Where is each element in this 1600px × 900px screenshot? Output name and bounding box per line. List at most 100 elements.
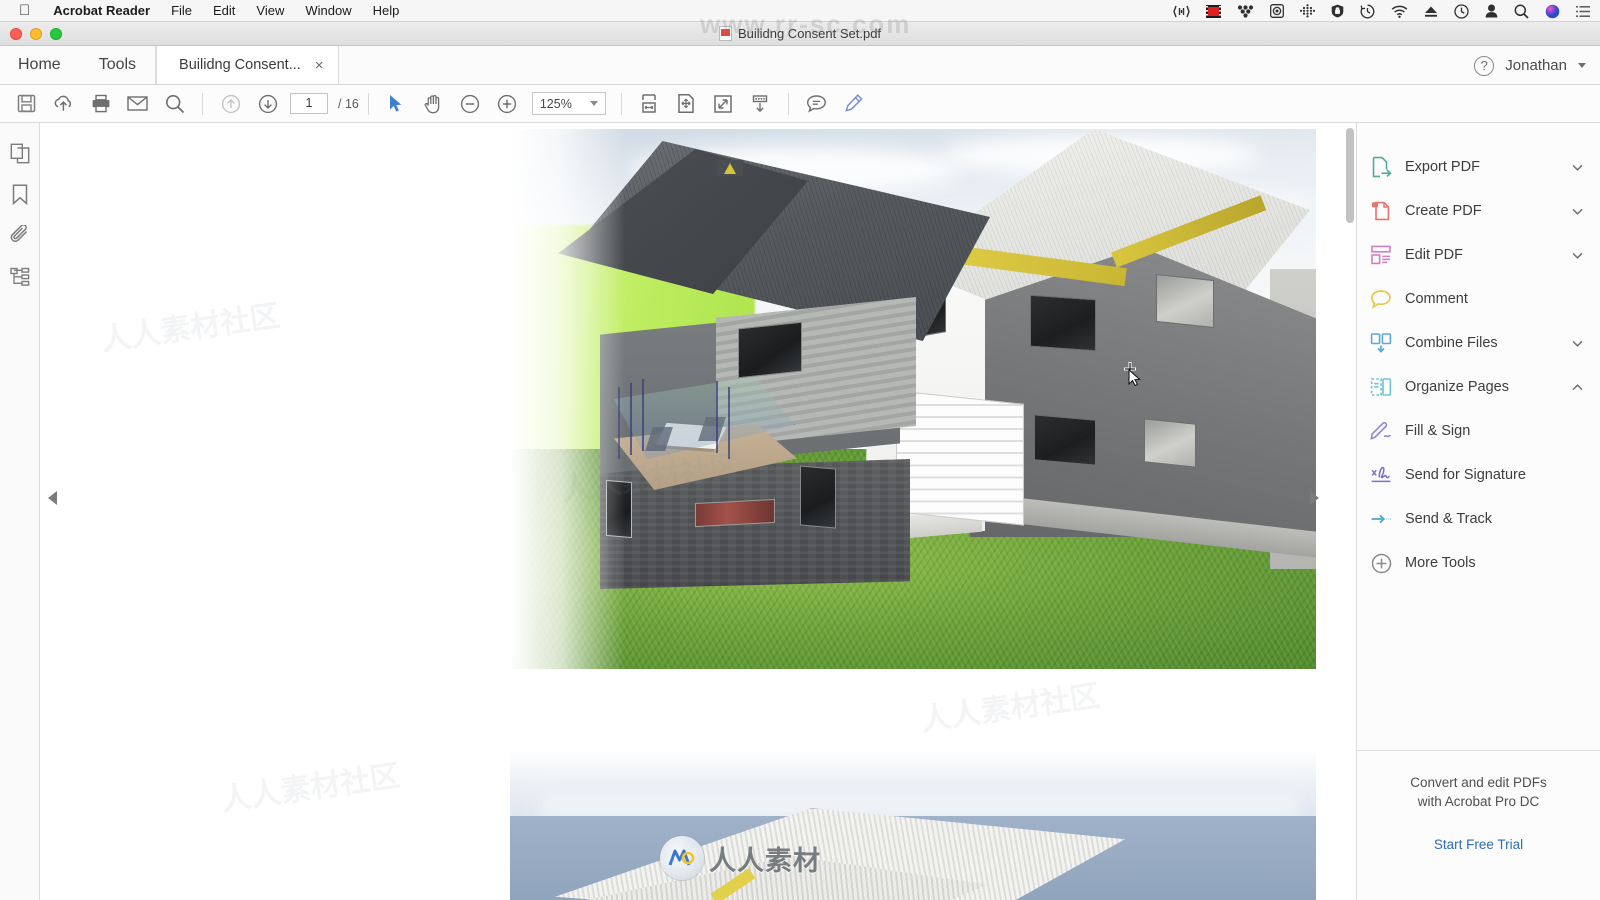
clock-icon[interactable] [1454,3,1469,19]
user-icon[interactable] [1485,4,1498,18]
no-chevron [1571,469,1584,482]
bookmarks-icon[interactable] [5,180,35,209]
layers-icon[interactable] [5,262,35,291]
fill-sign-icon [1369,419,1393,443]
render-chimney [717,160,743,176]
start-free-trial-link[interactable]: Start Free Trial [1375,837,1582,852]
watermark-logo-mark [660,836,704,880]
tool-export-pdf[interactable]: Export PDF [1357,145,1600,189]
fullscreen-icon[interactable] [705,87,742,121]
save-icon[interactable] [8,87,45,121]
apple-logo-icon[interactable]:  [19,3,30,18]
disk-icon[interactable] [1270,4,1284,18]
timemachine-icon[interactable] [1360,4,1375,19]
chevron-down-icon[interactable] [1571,249,1584,262]
tool-organize-pages[interactable]: Organize Pages [1357,365,1600,409]
wifi-icon[interactable] [1391,5,1408,18]
tool-edit-pdf[interactable]: Edit PDF [1357,233,1600,277]
close-icon[interactable]: × [315,58,324,73]
eject-icon[interactable] [1424,5,1438,18]
chevron-down-icon[interactable] [1578,63,1586,68]
maximize-window-button[interactable] [50,27,62,40]
tool-label: Organize Pages [1405,379,1509,395]
user-name-label[interactable]: Jonathan [1505,57,1567,74]
notification-center-icon[interactable] [1576,5,1590,18]
next-page-icon[interactable] [249,87,286,121]
tool-label: Fill & Sign [1405,423,1471,439]
tab-document-label: Builidng Consent... [179,57,301,73]
vertical-scrollbar[interactable] [1346,128,1354,868]
watermark-logo-text: 人人素材 [709,845,821,876]
page-left-arrow[interactable] [48,491,60,509]
window-title: Builidng Consent Set.pdf [0,26,1600,41]
menu-help[interactable]: Help [373,3,400,18]
tool-label: Send & Track [1405,511,1493,527]
hand-icon[interactable] [415,87,452,121]
edit-pdf-icon [1369,243,1393,267]
render-edge-fade [510,129,625,669]
render-window [738,321,802,379]
chevron-down-icon[interactable] [1571,337,1584,350]
tool-send-for-signature[interactable]: Send for Signature [1357,453,1600,497]
select-cursor-icon[interactable] [378,87,415,121]
send-track-icon [1369,507,1393,531]
fit-page-icon[interactable] [668,87,705,121]
email-icon[interactable] [119,87,156,121]
pdf-page-2: 人人素材 [510,748,1316,900]
vpn-icon[interactable] [1173,5,1190,18]
bartender-icon[interactable] [1300,4,1315,18]
menu-edit[interactable]: Edit [213,3,235,18]
chevron-down-icon[interactable] [1571,161,1584,174]
zoom-level-select[interactable]: 125% [531,92,606,115]
fit-width-icon[interactable] [631,87,668,121]
tool-combine-files[interactable]: Combine Files [1357,321,1600,365]
page-right-arrow[interactable] [1310,491,1322,509]
chevron-down-icon[interactable] [1571,205,1584,218]
page-watermark-tile: 人人素材社区 [99,299,282,358]
tool-label: More Tools [1405,555,1476,571]
chevron-up-icon[interactable] [1571,381,1584,394]
page-thumbnails-icon[interactable] [5,139,35,168]
toolbar-divider-4 [787,92,789,115]
screen-recorder-icon[interactable] [1206,4,1221,18]
combine-files-icon [1369,331,1393,355]
close-window-button[interactable] [10,27,22,40]
toolbar-divider [202,92,203,115]
tool-create-pdf[interactable]: Create PDF [1357,189,1600,233]
tab-home[interactable]: Home [0,46,80,84]
tool-fill-sign[interactable]: Fill & Sign [1357,409,1600,453]
zoom-in-icon[interactable] [489,87,526,121]
export-pdf-icon [1369,155,1393,179]
menu-window[interactable]: Window [305,3,351,18]
attachments-icon[interactable] [5,221,35,250]
tab-document[interactable]: Builidng Consent... × [156,46,339,84]
highlighter-icon[interactable] [835,87,872,121]
search-icon[interactable] [1514,4,1529,19]
tool-send-and-track[interactable]: Send & Track [1357,497,1600,541]
page-watermark-tile: 人人素材社区 [919,679,1102,738]
siri-icon[interactable] [1545,4,1560,19]
tool-comment[interactable]: Comment [1357,277,1600,321]
dropbox-icon[interactable] [1237,4,1254,18]
search-icon[interactable] [156,87,193,121]
menu-file[interactable]: File [171,3,192,18]
previous-page-icon[interactable] [212,87,249,121]
print-icon[interactable] [82,87,119,121]
scroll-mode-icon[interactable] [742,87,779,121]
minimize-window-button[interactable] [30,27,42,40]
shield-icon[interactable] [1331,4,1344,18]
menubar-app-name[interactable]: Acrobat Reader [53,3,150,18]
main-toolbar: 1 / 16 125% [0,85,1600,123]
help-icon[interactable]: ? [1474,55,1495,76]
tab-tools[interactable]: Tools [80,46,155,84]
upload-cloud-icon[interactable] [45,87,82,121]
window-controls[interactable] [0,27,62,40]
comment-bubble-icon[interactable] [798,87,835,121]
menu-view[interactable]: View [256,3,284,18]
zoom-out-icon[interactable] [452,87,489,121]
pdf-viewer[interactable]: 人人素材 人人素材社区 人人素材社区 人人素材社区 人人素材社区 [40,123,1356,900]
toolbar-divider-3 [620,92,622,115]
tool-more-tools[interactable]: More Tools [1357,541,1600,585]
vertical-scrollbar-thumb[interactable] [1346,128,1354,223]
page-number-input[interactable]: 1 [290,93,328,114]
